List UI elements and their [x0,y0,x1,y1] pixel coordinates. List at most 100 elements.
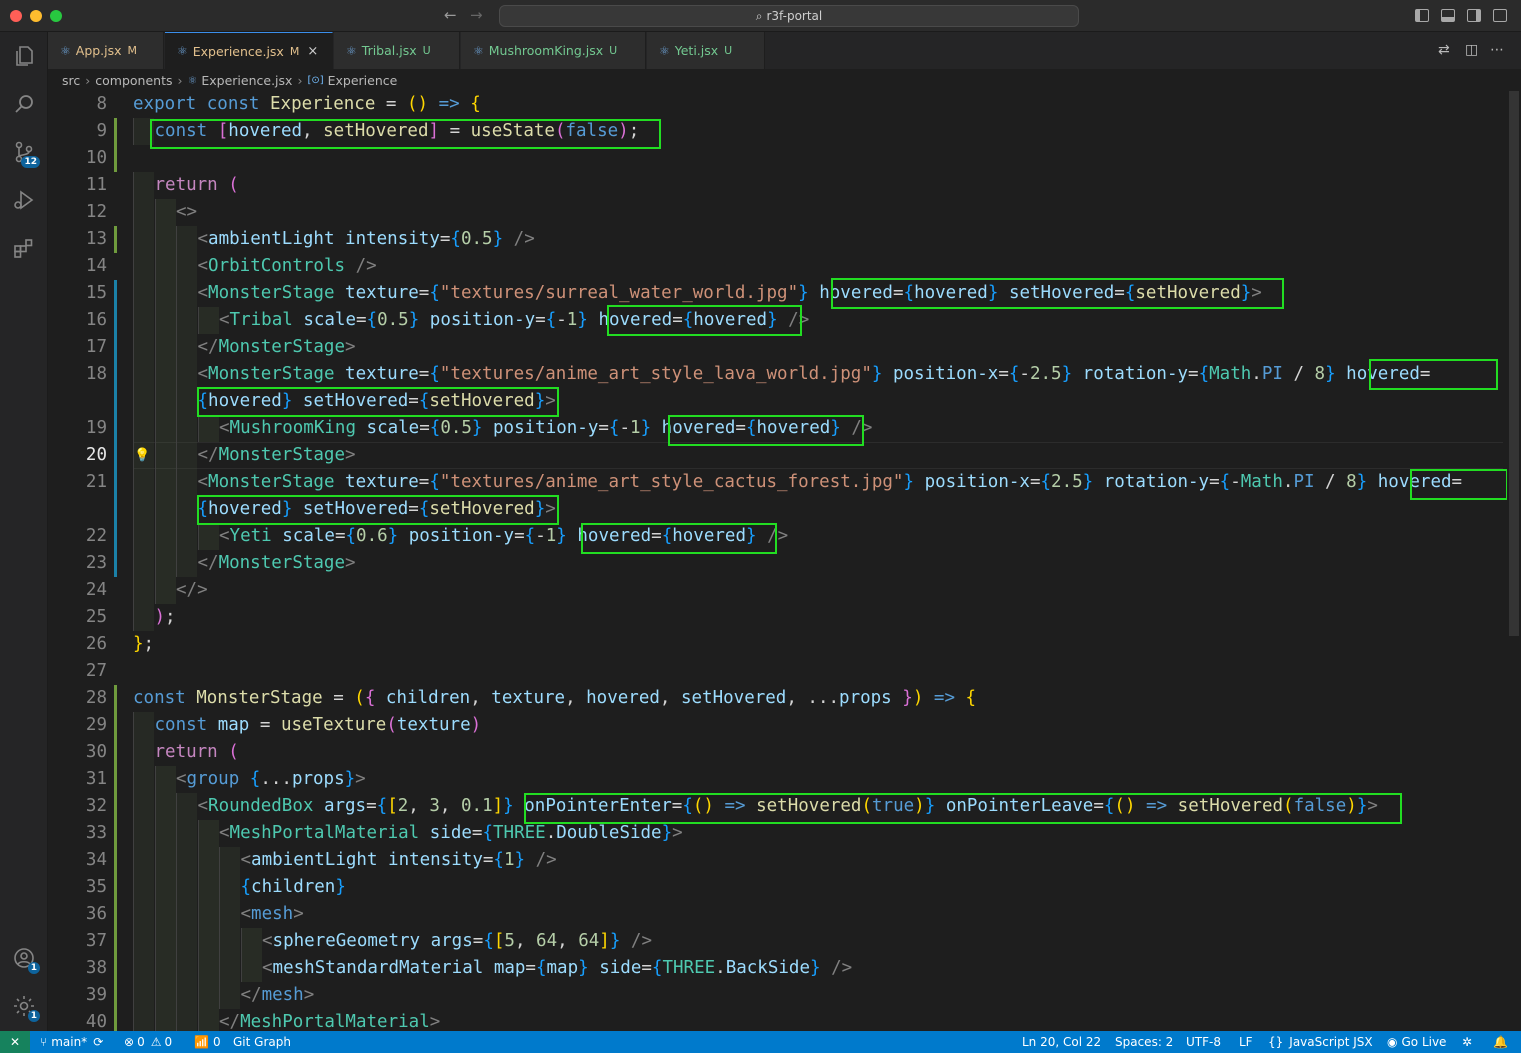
code-line[interactable]: 36 <mesh> [48,901,1508,928]
open-changes-icon[interactable]: ⇄ [1438,42,1450,58]
code-line[interactable]: 25); [48,604,1508,631]
remote-indicator-icon[interactable]: ✕ [0,1031,30,1053]
scrollbar-thumb[interactable] [1509,91,1519,636]
code-line[interactable]: {hovered} setHovered={setHovered}> [48,496,1508,523]
breadcrumb-item[interactable]: src [62,73,80,88]
code-line[interactable]: 15 <MonsterStage texture={"textures/surre… [48,280,1508,307]
encoding-indicator[interactable]: UTF-8 [1186,1031,1221,1053]
go-live-button[interactable]: ◉ Go Live [1387,1031,1446,1053]
forward-arrow-icon[interactable]: → [470,6,483,24]
code-editor[interactable]: 8 export const Experience = () => {9 const… [48,91,1521,1031]
back-arrow-icon[interactable]: ← [444,6,457,24]
code-line[interactable]: 28 const MonsterStage = ({ children, text… [48,685,1508,712]
close-tab-icon[interactable]: × [307,44,318,59]
code-line[interactable]: 21 <MonsterStage texture={"textures/anime… [48,469,1508,496]
code-line[interactable]: 39 </mesh> [48,982,1508,1009]
split-editor-icon[interactable]: ◫ [1465,42,1478,58]
code-line[interactable]: 14 <OrbitControls /> [48,253,1508,280]
problems-indicator[interactable]: ⊗ 0 ⚠ 0 [124,1031,172,1053]
code-line[interactable]: 30 return ( [48,739,1508,766]
code-line[interactable]: 26}; [48,631,1508,658]
code-line[interactable]: 24 </> [48,577,1508,604]
more-actions-icon[interactable]: ⋯ [1490,42,1504,58]
indent-guide [176,1009,197,1031]
customize-layout-icon[interactable] [1493,9,1507,22]
indent-guide [154,415,176,442]
breadcrumb-item[interactable]: Experience.jsx [201,73,292,88]
code-line[interactable]: 40 </MeshPortalMaterial> [48,1009,1508,1031]
cursor-position[interactable]: Ln 20, Col 22 [1022,1031,1101,1053]
copilot-icon[interactable]: ✲ [1462,1031,1472,1053]
extensions-icon[interactable] [10,234,38,262]
code-line[interactable]: 27 [48,658,1508,685]
code-line[interactable]: 10 [48,145,1508,172]
search-icon[interactable] [10,90,38,118]
code-line[interactable]: 8 export const Experience = () => { [48,91,1508,118]
lightbulb-icon[interactable]: 💡 [134,448,150,463]
indent-guide [176,523,197,550]
breadcrumb-item[interactable]: components [95,73,172,88]
close-window-button[interactable] [10,10,22,22]
eol-indicator[interactable]: LF [1239,1031,1253,1053]
code-line[interactable]: 23 </MonsterStage> [48,550,1508,577]
code-line[interactable]: 37 <sphereGeometry args={[5, 64, 64]} /> [48,928,1508,955]
tab-label: Experience.jsx [192,43,284,59]
code-line[interactable]: 34 <ambientLight intensity={1} /> [48,847,1508,874]
tab-app-jsx[interactable]: ⚛ App.jsx M [48,32,164,69]
run-debug-icon[interactable] [10,186,38,214]
ports-indicator[interactable]: 📶 0 [194,1031,221,1053]
tab-tribal-jsx[interactable]: ⚛ Tribal.jsx U [334,32,460,69]
react-file-icon: ⚛ [187,73,198,87]
code-text: <MeshPortalMaterial side={THREE.DoubleSi… [219,823,683,843]
tab-yeti-jsx[interactable]: ⚛ Yeti.jsx U [647,32,765,69]
maximize-window-button[interactable] [50,10,62,22]
line-number: 31 [85,769,107,789]
branch-indicator[interactable]: ⑂ main* ⟳ [40,1031,103,1053]
code-line[interactable]: 29 const map = useTexture(texture) [48,712,1508,739]
code-line[interactable]: 12 <> [48,199,1508,226]
source-control-icon[interactable]: 12 [10,138,40,168]
indent-guide [176,496,197,523]
sync-icon[interactable]: ⟳ [93,1035,103,1049]
code-line[interactable]: 38 <meshStandardMaterial map={map} side={… [48,955,1508,982]
indent-guide [176,307,197,334]
code-line[interactable]: 22 <Yeti scale={0.6} position-y={-1} hove… [48,523,1508,550]
code-line[interactable]: 17 </MonsterStage> [48,334,1508,361]
indentation-indicator[interactable]: Spaces: 2 [1115,1031,1173,1053]
code-line[interactable]: 31 <group {...props}> [48,766,1508,793]
code-line[interactable]: 11 return ( [48,172,1508,199]
indent-guide [219,982,240,1009]
line-number: 23 [85,553,107,573]
code-line[interactable]: 18 <MonsterStage texture={"textures/anime… [48,361,1508,388]
code-line[interactable]: 32 <RoundedBox args={[2, 3, 0.1]} onPoint… [48,793,1508,820]
indent-guide [176,226,197,253]
code-line[interactable]: {hovered} setHovered={setHovered}> [48,388,1508,415]
vertical-scrollbar[interactable] [1507,91,1521,1031]
indent-guide [154,1009,176,1031]
manage-gear-icon[interactable]: 1 [10,992,40,1022]
breadcrumb-item[interactable]: Experience [328,73,398,88]
tab-experience-jsx[interactable]: ⚛ Experience.jsx M × [165,32,333,69]
code-line[interactable]: 33 <MeshPortalMaterial side={THREE.Double… [48,820,1508,847]
command-center-search[interactable]: ⌕ r3f-portal [499,5,1079,27]
code-line[interactable]: 13 <ambientLight intensity={0.5} /> [48,226,1508,253]
code-text: </MeshPortalMaterial> [219,1012,441,1031]
code-line[interactable]: 9 const [hovered, setHovered] = useState(… [48,118,1508,145]
accounts-icon[interactable]: 1 [10,944,40,974]
git-graph-button[interactable]: Git Graph [233,1031,291,1053]
tab-mushroomking-jsx[interactable]: ⚛ MushroomKing.jsx U [461,32,646,69]
toggle-primary-sidebar-icon[interactable] [1415,9,1429,22]
toggle-panel-icon[interactable] [1441,9,1455,22]
notifications-bell-icon[interactable]: 🔔 [1493,1031,1508,1053]
indent-guide [154,199,176,226]
language-mode[interactable]: {} JavaScript JSX [1268,1031,1373,1053]
minimize-window-button[interactable] [30,10,42,22]
line-number: 32 [85,796,107,816]
toggle-secondary-sidebar-icon[interactable] [1467,9,1481,22]
code-line[interactable]: 16 <Tribal scale={0.5} position-y={-1} ho… [48,307,1508,334]
code-line[interactable]: 35 {children} [48,874,1508,901]
code-line[interactable]: 19 <MushroomKing scale={0.5} position-y={… [48,415,1508,442]
explorer-icon[interactable] [10,42,38,70]
code-text: <OrbitControls /> [197,256,377,276]
code-line[interactable]: 20 </MonsterStage> 💡 [48,442,1508,469]
